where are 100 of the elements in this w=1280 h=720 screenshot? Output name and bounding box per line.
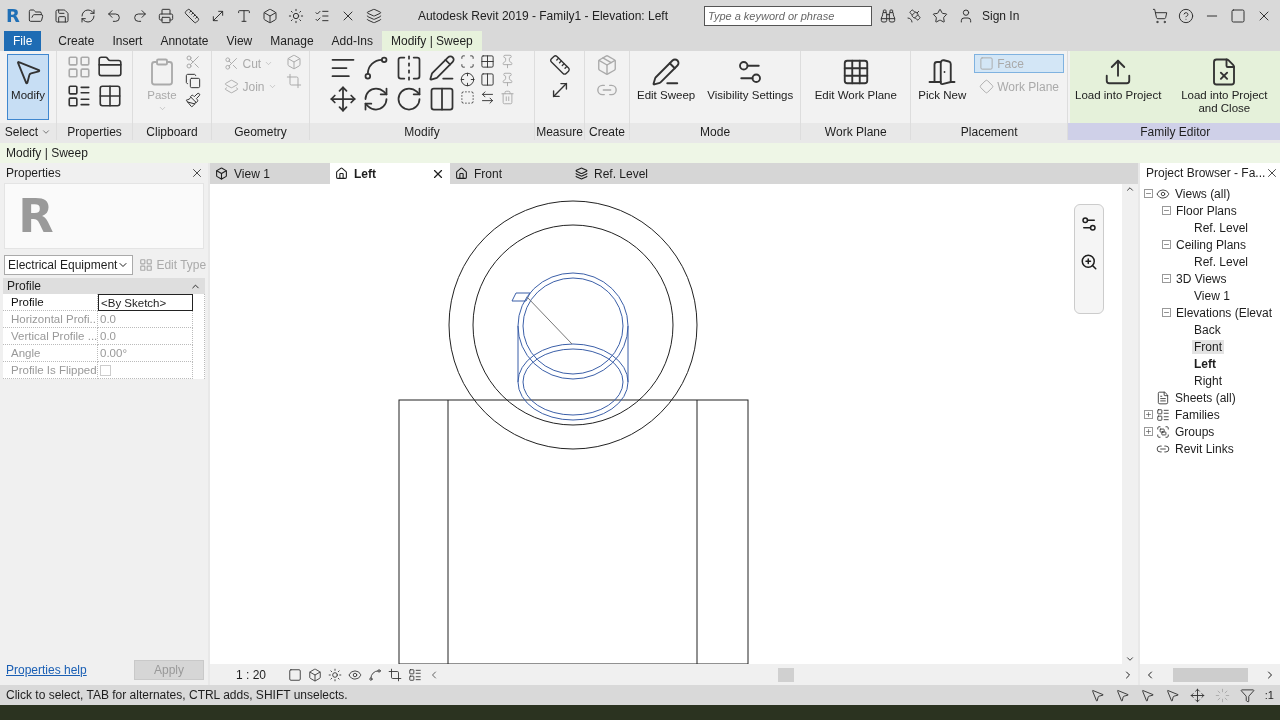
type-selector[interactable]: Electrical Equipment xyxy=(4,255,134,275)
panel-title: Clipboard xyxy=(133,123,211,140)
pane-title: Project Browser - Fa... xyxy=(1146,166,1266,180)
mirror-draw-icon[interactable] xyxy=(428,54,456,82)
property-value-field[interactable]: <By Sketch> xyxy=(98,294,193,311)
rotate-icon[interactable] xyxy=(395,85,423,113)
view-icon xyxy=(1156,186,1170,201)
elevation-icon xyxy=(335,167,348,180)
ribbon-tab[interactable]: Modify | Sweep xyxy=(381,31,482,51)
tree-item[interactable]: Back xyxy=(1192,322,1223,337)
ribbon-tab[interactable]: Add-Ins xyxy=(322,31,382,51)
crop-icon[interactable] xyxy=(388,667,403,682)
copy-move-icon[interactable] xyxy=(362,85,390,113)
tree-item[interactable]: Views (all) xyxy=(1173,186,1233,201)
ribbon-tab[interactable]: View xyxy=(217,31,262,51)
tree-item[interactable]: Front xyxy=(1192,339,1224,354)
sign-in-link[interactable]: Sign In xyxy=(982,8,1020,23)
family-icon xyxy=(1156,407,1170,422)
elevation-icon xyxy=(455,167,468,180)
property-name: Horizontal Profi... xyxy=(3,311,98,328)
pane-title: Properties xyxy=(6,166,61,180)
ribbon-tab[interactable]: Create xyxy=(49,31,104,51)
scrollbar[interactable] xyxy=(1140,664,1280,685)
select-by-face-icon[interactable] xyxy=(1164,687,1180,703)
properties-icon[interactable] xyxy=(66,83,92,109)
extend-multiple-icon[interactable] xyxy=(480,90,495,105)
close-icon[interactable] xyxy=(190,166,204,180)
property-value: 0.0 xyxy=(98,328,193,345)
zoom-icon[interactable] xyxy=(1080,253,1098,271)
scroll-up-icon[interactable] xyxy=(1125,184,1135,194)
tree-item[interactable]: Sheets (all) xyxy=(1173,390,1238,405)
ribbon-tab[interactable]: Manage xyxy=(261,31,323,51)
document-tab[interactable]: Left xyxy=(330,163,450,184)
expander-icon[interactable] xyxy=(1144,189,1153,198)
ribbon-tool[interactable]: Edit Work Plane xyxy=(810,54,901,120)
ribbon-tab[interactable]: Insert xyxy=(103,31,152,51)
copy-icon[interactable] xyxy=(185,73,201,89)
measure-icon[interactable] xyxy=(548,54,571,76)
view-scale[interactable]: 1 : 20 xyxy=(236,667,267,682)
tree-item[interactable]: Ref. Level xyxy=(1192,254,1251,269)
app-logo[interactable]: R xyxy=(6,5,20,26)
ribbon-tab[interactable]: File xyxy=(4,31,42,51)
ribbon-tool[interactable]: Pick New xyxy=(914,54,971,120)
tree-item[interactable]: Families xyxy=(1173,407,1222,422)
ribbon-tool[interactable]: Load into Project and Close xyxy=(1169,54,1280,120)
filter-icon[interactable] xyxy=(1239,687,1255,703)
scroll-thumb[interactable] xyxy=(778,667,794,682)
property-name: Profile Is Flipped xyxy=(3,362,98,379)
panel-title: Mode xyxy=(630,123,801,140)
cube-icon xyxy=(215,167,228,180)
status-message: Click to select, TAB for alternates, CTRL adds, SHIFT unselects. xyxy=(6,688,349,702)
context-label: Modify | Sweep xyxy=(6,146,88,160)
help-link[interactable]: Properties help xyxy=(6,663,87,677)
drag-select-icon[interactable] xyxy=(1189,687,1205,703)
scroll-thumb[interactable] xyxy=(1172,667,1248,682)
panel-title: Modify xyxy=(310,123,534,140)
tree-item[interactable]: Groups xyxy=(1173,424,1217,439)
expander-icon[interactable] xyxy=(1162,308,1171,317)
expander-icon[interactable] xyxy=(1162,274,1171,283)
group-header[interactable]: Profile xyxy=(3,278,205,294)
edit-icon[interactable] xyxy=(651,57,682,87)
tree-item[interactable]: 3D Views xyxy=(1174,271,1229,286)
mirror-icon[interactable] xyxy=(395,54,423,82)
ribbon-tool[interactable]: Load into Project xyxy=(1071,54,1166,120)
search-field[interactable]: Type a keyword or phrase xyxy=(704,5,872,26)
sun-path-icon[interactable] xyxy=(328,667,343,682)
property-name: Vertical Profile ... xyxy=(3,328,98,345)
ribbon-tool[interactable]: Modify xyxy=(7,54,49,120)
select-pinned-icon[interactable] xyxy=(1139,687,1155,703)
scrollbar[interactable] xyxy=(1122,184,1138,664)
expander-icon[interactable] xyxy=(1144,410,1153,419)
sheet-icon xyxy=(1156,390,1170,405)
select-underlay-icon[interactable] xyxy=(1114,687,1130,703)
detail-level-icon[interactable] xyxy=(288,667,303,682)
filter-count: :1 xyxy=(1264,689,1274,701)
ribbon-tool[interactable]: Visibility Settings xyxy=(703,54,798,120)
property-value: 0.00° xyxy=(98,345,193,362)
move-icon[interactable] xyxy=(329,85,357,113)
trim-icon[interactable] xyxy=(428,85,456,113)
scroll-down-icon[interactable] xyxy=(1125,654,1135,664)
tree-item[interactable]: Ceiling Plans xyxy=(1174,237,1249,252)
panel-title: Measure xyxy=(535,123,584,140)
tree-item[interactable]: Ref. Level xyxy=(1192,220,1251,235)
expander-icon[interactable] xyxy=(1162,206,1171,215)
select-links-icon[interactable] xyxy=(1089,687,1105,703)
tree-item[interactable]: View 1 xyxy=(1192,288,1232,303)
tree-item[interactable]: Revit Links xyxy=(1173,441,1236,456)
expander-icon[interactable] xyxy=(1162,240,1171,249)
navigation-bar[interactable] xyxy=(1074,204,1104,314)
ribbon-tool[interactable]: Edit Sweep xyxy=(633,54,700,120)
ribbon-tab[interactable]: Annotate xyxy=(151,31,218,51)
expander-icon[interactable] xyxy=(1144,427,1153,436)
tree-item[interactable]: Floor Plans xyxy=(1174,203,1239,218)
offset-icon[interactable] xyxy=(362,54,390,82)
visual-style-icon[interactable] xyxy=(308,667,323,682)
tree-item[interactable]: Elevations (Elevat xyxy=(1174,305,1275,320)
match-properties-icon[interactable] xyxy=(185,92,201,108)
tree-item[interactable]: Right xyxy=(1192,373,1224,388)
tree-item[interactable]: Left xyxy=(1192,356,1218,371)
property-value: 0.0 xyxy=(98,311,193,328)
